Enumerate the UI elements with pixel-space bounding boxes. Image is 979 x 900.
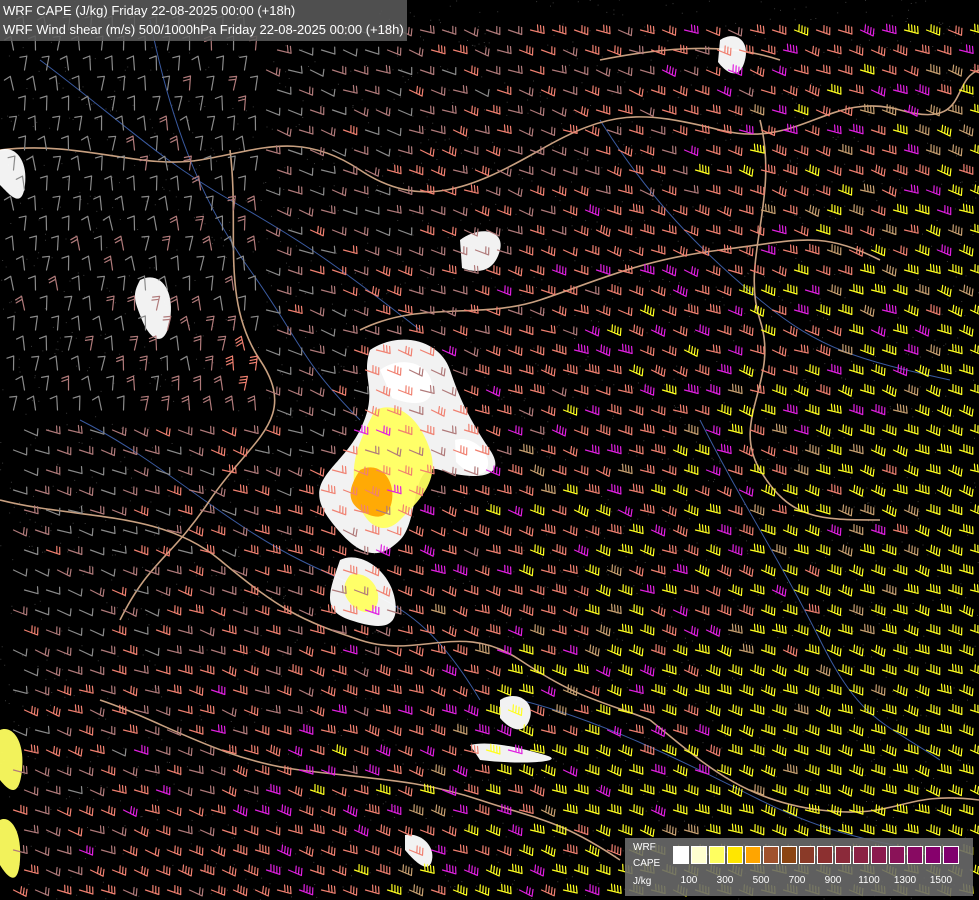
legend-tick: 500 [752, 875, 770, 886]
legend-swatch [871, 846, 887, 864]
legend-tick: 1300 [893, 875, 917, 886]
legend-tick: 900 [824, 875, 842, 886]
cape-legend: WRF CAPE J/kg 100 300 500 700 900 1100 1300 150… [625, 838, 973, 896]
legend-swatch [943, 846, 959, 864]
cape-title: WRF CAPE (J/kg) Friday 22-08-2025 00:00 … [3, 3, 296, 18]
legend-swatch [799, 846, 815, 864]
map-title-box: WRF CAPE (J/kg) Friday 22-08-2025 00:00 … [0, 0, 407, 41]
legend-swatch [817, 846, 833, 864]
legend-variable-label: CAPE [633, 858, 661, 869]
legend-swatch [727, 846, 743, 864]
legend-tick: 1100 [858, 875, 880, 886]
forecast-map [0, 0, 979, 900]
legend-swatch [745, 846, 761, 864]
legend-tick: 1500 [929, 875, 953, 886]
legend-tick: 700 [788, 875, 806, 886]
legend-swatch [925, 846, 941, 864]
legend-unit-label: J/kg [633, 876, 652, 887]
legend-swatch [709, 846, 725, 864]
legend-model-label: WRF [633, 842, 656, 853]
legend-swatch [835, 846, 851, 864]
shear-title: WRF Wind shear (m/s) 500/1000hPa Friday … [3, 22, 404, 37]
legend-tick: 300 [716, 875, 734, 886]
legend-swatch [673, 846, 689, 864]
legend-swatch [691, 846, 707, 864]
legend-swatch [853, 846, 869, 864]
legend-swatch [763, 846, 779, 864]
legend-swatch [781, 846, 797, 864]
legend-swatch [889, 846, 905, 864]
legend-tick: 100 [680, 875, 698, 886]
legend-swatch [907, 846, 923, 864]
